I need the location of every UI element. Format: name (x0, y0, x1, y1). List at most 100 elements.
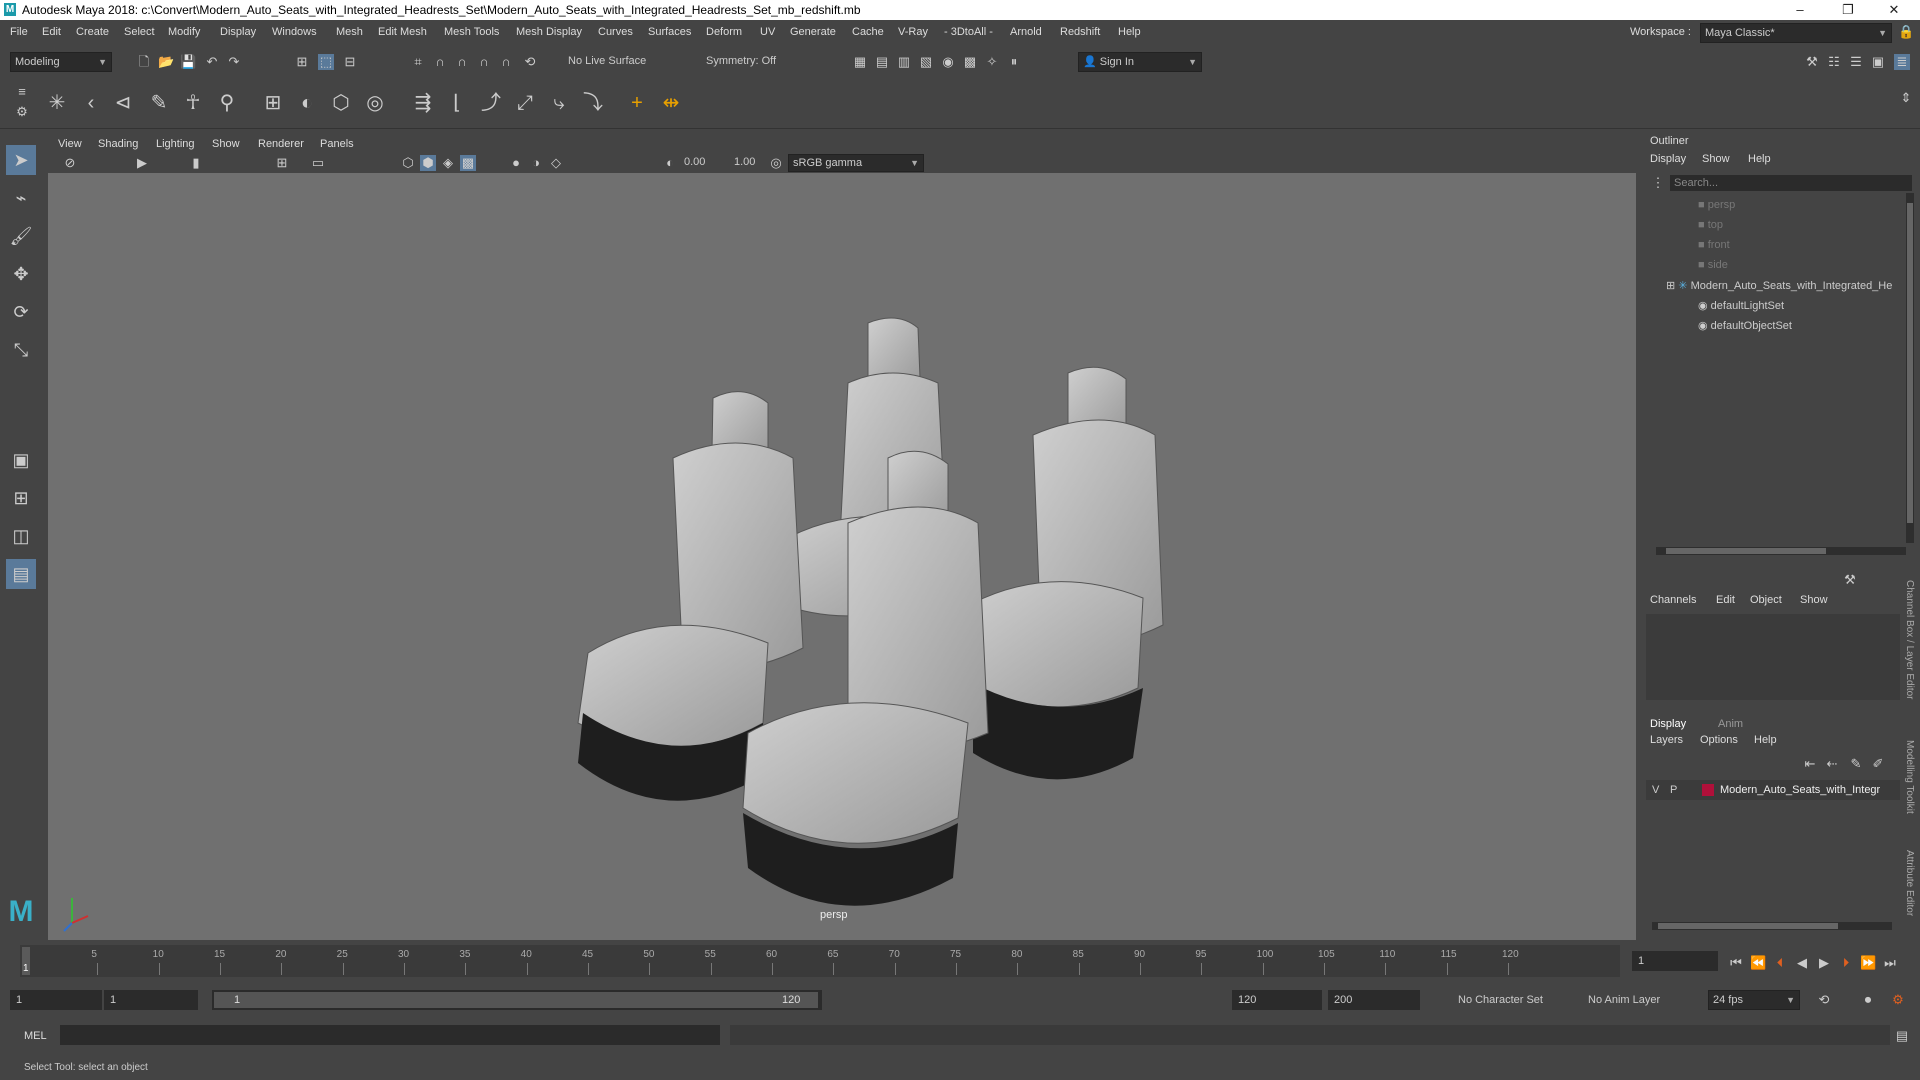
textured-icon[interactable]: ◈ (440, 155, 456, 171)
menu-arnold[interactable]: Arnold (1010, 26, 1042, 38)
animation-end-field[interactable]: 200 (1328, 990, 1420, 1010)
wireframe-icon[interactable]: ⬡ (400, 155, 416, 171)
outliner-item-side[interactable]: ■ side (1698, 259, 1728, 271)
attribute-editor-icon[interactable]: ☷ (1826, 54, 1842, 70)
viewport-menu-view[interactable]: View (58, 138, 82, 150)
scale-icon[interactable]: ⤢ (512, 90, 538, 116)
shelf-settings-icon[interactable]: ⚙ (14, 104, 30, 120)
new-scene-icon[interactable]: 🗋 (136, 54, 152, 70)
side-tab-attribute-editor[interactable]: Attribute Editor (1904, 850, 1915, 916)
sculpt-icon[interactable]: ◐ (294, 90, 320, 116)
undo-icon[interactable]: ↶ (204, 54, 220, 70)
shelf-menu-icon[interactable]: ≡ (14, 84, 30, 100)
paint-select-icon[interactable]: 🖌 (6, 221, 36, 251)
fps-dropdown[interactable]: 24 fps ▼ (1708, 990, 1800, 1010)
layer-playback-toggle[interactable]: P (1670, 784, 1677, 796)
channel-box-tools-icon[interactable]: ⚒ (1842, 572, 1858, 588)
outliner-item-front[interactable]: ■ front (1698, 239, 1730, 251)
select-tool-icon[interactable]: ➤ (6, 145, 36, 175)
bend-icon[interactable]: ⤴ (478, 90, 504, 116)
expand-icon[interactable]: ⊞ (1666, 280, 1678, 292)
viewport-menu-lighting[interactable]: Lighting (156, 138, 195, 150)
outliner-item-model[interactable]: ⊞ ✳ Modern_Auto_Seats_with_Integrated_He (1666, 279, 1906, 292)
script-editor-icon[interactable]: ▤ (1894, 1028, 1910, 1044)
render-settings-icon[interactable]: ▧ (918, 54, 934, 70)
menu-edit[interactable]: Edit (42, 26, 61, 38)
menu-windows[interactable]: Windows (272, 26, 317, 38)
layers-tab-display[interactable]: Display (1650, 718, 1686, 730)
menu-mesh-display[interactable]: Mesh Display (516, 26, 582, 38)
viewport-persp[interactable]: persp (48, 173, 1636, 940)
render-frame-icon[interactable]: ▤ (874, 54, 890, 70)
side-tab-channel-box[interactable]: Channel Box / Layer Editor (1904, 580, 1915, 700)
step-back-key-icon[interactable]: ⏪ (1750, 955, 1766, 971)
camera-icon[interactable]: ▶ (134, 155, 150, 171)
play-forwards-icon[interactable]: ▶ (1816, 955, 1832, 971)
rotate-tool-icon[interactable]: ⟳ (6, 297, 36, 327)
anim-layer-dropdown[interactable]: No Anim Layer (1588, 994, 1660, 1006)
range-slider-handle[interactable]: 1 120 (214, 992, 818, 1008)
menu-display[interactable]: Display (220, 26, 256, 38)
menu-create[interactable]: Create (76, 26, 109, 38)
command-input[interactable] (60, 1025, 720, 1045)
minimize-button[interactable]: – (1780, 1, 1820, 19)
seat-right[interactable] (967, 366, 1164, 780)
exposure-value[interactable]: 0.00 (684, 156, 705, 168)
close-button[interactable]: ✕ (1874, 1, 1914, 19)
ambient-occlusion-icon[interactable]: ◑ (528, 155, 544, 171)
layers-hscroll-thumb[interactable] (1658, 923, 1838, 929)
menu-generate[interactable]: Generate (790, 26, 836, 38)
step-forward-key-icon[interactable]: ⏩ (1860, 955, 1876, 971)
menu-help[interactable]: Help (1118, 26, 1141, 38)
layer-color-swatch[interactable] (1702, 784, 1714, 796)
sphere-wire-icon[interactable]: ◎ (362, 90, 388, 116)
channels-menu-edit[interactable]: Edit (1716, 594, 1735, 606)
ipr-render-icon[interactable]: ▥ (896, 54, 912, 70)
wave-icon[interactable]: ⤵ (580, 90, 606, 116)
open-scene-icon[interactable]: 📂 (158, 54, 174, 70)
menu-curves[interactable]: Curves (598, 26, 633, 38)
outliner-item-top[interactable]: ■ top (1698, 219, 1723, 231)
outliner-hscrollbar[interactable] (1656, 547, 1906, 555)
menu-cache[interactable]: Cache (852, 26, 884, 38)
layer-move-up-icon[interactable]: ⇤ (1802, 756, 1818, 772)
tool-settings-icon[interactable]: ☰ (1848, 54, 1864, 70)
snap-grid-icon[interactable]: ⌗ (410, 54, 426, 70)
snap-view-icon[interactable]: ∩ (476, 54, 492, 70)
joint-tool-icon[interactable]: ☥ (180, 90, 206, 116)
layers-menu-options[interactable]: Options (1700, 734, 1738, 746)
mode-dropdown[interactable]: Modeling ▼ (10, 52, 112, 72)
range-slider[interactable]: 1 120 (212, 990, 822, 1010)
character-set-dropdown[interactable]: No Character Set (1458, 994, 1543, 1006)
layers-hscrollbar[interactable] (1652, 922, 1892, 930)
side-tab-modelling-toolkit[interactable]: Modelling Toolkit (1904, 740, 1915, 814)
color-space-dropdown[interactable]: sRGB gamma ▼ (788, 154, 924, 172)
play-backwards-icon[interactable]: ◀ (1794, 955, 1810, 971)
outliner-persp-icon[interactable]: ▤ (6, 559, 36, 589)
pivot-icon[interactable]: + (624, 90, 650, 116)
light-editor-icon[interactable]: ✧ (984, 54, 1000, 70)
render-view-icon[interactable]: ▦ (852, 54, 868, 70)
lock-icon[interactable]: 🔒 (1898, 24, 1914, 40)
gamma-value[interactable]: 1.00 (734, 156, 755, 168)
layer-name[interactable]: Modern_Auto_Seats_with_Integr (1720, 784, 1880, 796)
modeling-toolkit-icon[interactable]: ⚒ (1804, 54, 1820, 70)
menu-mesh[interactable]: Mesh (336, 26, 363, 38)
redo-icon[interactable]: ↷ (226, 54, 242, 70)
layers-menu-help[interactable]: Help (1754, 734, 1777, 746)
outliner-hscroll-thumb[interactable] (1666, 548, 1826, 554)
outliner-menu-help[interactable]: Help (1748, 153, 1771, 165)
step-back-frame-icon[interactable]: ⏴ (1772, 955, 1788, 971)
lasso-tool-icon[interactable]: ⌁ (6, 183, 36, 213)
workspace-dropdown[interactable]: Maya Classic* ▼ (1700, 23, 1892, 43)
viewport-menu-shading[interactable]: Shading (98, 138, 138, 150)
antialias-icon[interactable]: ◇ (548, 155, 564, 171)
select-component-icon[interactable]: ⊟ (342, 54, 358, 70)
outliner-item-defaultlightset[interactable]: ◉ defaultLightSet (1698, 299, 1784, 312)
curve-tool-icon[interactable]: ‹ (78, 90, 104, 116)
viewport-menu-show[interactable]: Show (212, 138, 240, 150)
bookmark-icon[interactable]: ▮ (188, 155, 204, 171)
exposure-icon[interactable]: ◐ (662, 155, 678, 171)
filter-icon[interactable]: ⋮ (1650, 175, 1666, 191)
symmetry-dropdown[interactable]: Symmetry: Off (702, 52, 802, 70)
